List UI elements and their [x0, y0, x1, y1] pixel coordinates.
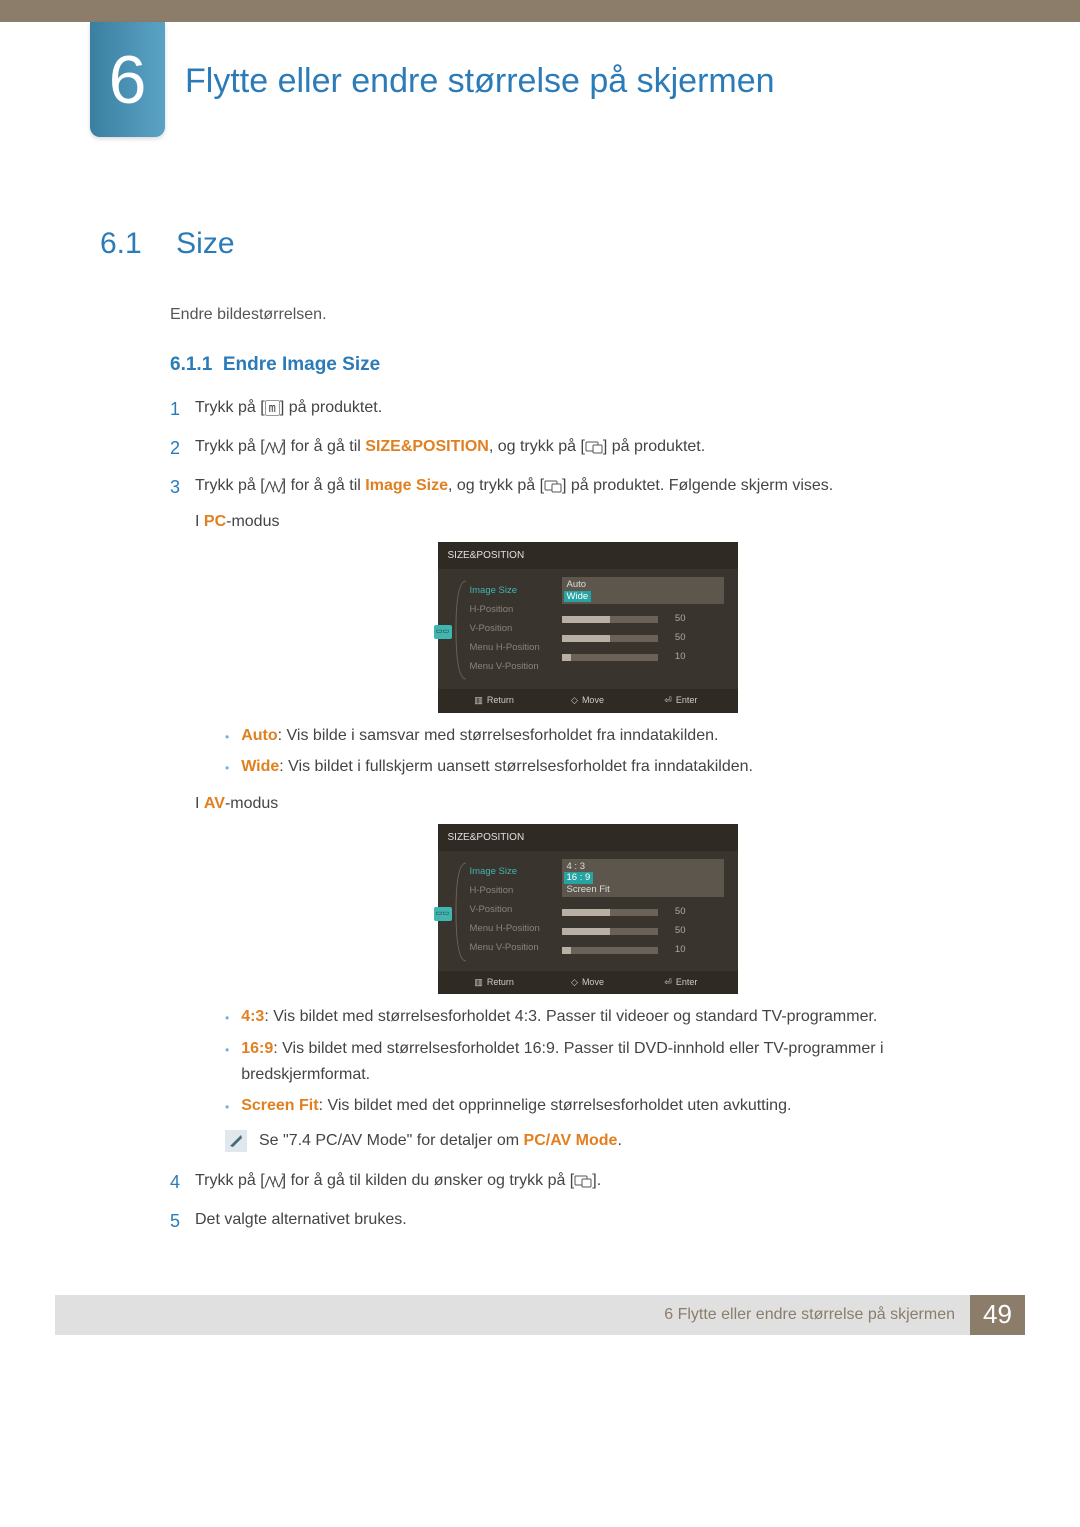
note-icon	[225, 1130, 247, 1152]
subsection-title: Endre Image Size	[223, 354, 380, 375]
chapter-title: Flytte eller endre størrelse på skjermen	[185, 62, 775, 101]
top-bar	[0, 0, 1080, 22]
page-footer: 6 Flytte eller endre størrelse på skjerm…	[55, 1295, 1025, 1335]
osd-row: H-Position	[470, 600, 562, 619]
enter-button-icon	[544, 474, 562, 498]
osd-slider: 50	[562, 922, 724, 941]
bullet-screenfit: Screen Fit: Vis bildet med det opprinnel…	[225, 1093, 980, 1119]
up-down-arrows-icon: ⋀/⋁	[265, 438, 282, 456]
osd-slider: 10	[562, 941, 724, 960]
osd-slider: 50	[562, 903, 724, 922]
osd-slider: 50	[562, 629, 724, 648]
osd-title: SIZE&POSITION	[438, 542, 738, 569]
up-down-arrows-icon: ⋀/⋁	[265, 477, 282, 495]
osd-category-icon: ▭▭	[434, 907, 452, 921]
osd-footer: ▥Return ◇Move ⏎Enter	[438, 971, 738, 995]
osd-row: Menu H-Position	[470, 920, 562, 939]
osd-row: V-Position	[470, 619, 562, 638]
step-3: 3 Trykk på [⋀/⋁] for å gå til Image Size…	[170, 474, 980, 1157]
enter-button-icon	[585, 435, 603, 459]
osd-slider: 50	[562, 610, 724, 629]
section-heading: 6.1 Size	[100, 227, 980, 261]
step-5: 5 Det valgte alternativet brukes.	[170, 1208, 980, 1235]
menu-button-icon: m	[265, 400, 280, 416]
osd-row: H-Position	[470, 882, 562, 901]
step-4: 4 Trykk på [⋀/⋁] for å gå til kilden du …	[170, 1169, 980, 1196]
osd-dropdown: Auto Wide	[562, 577, 724, 604]
enter-button-icon	[574, 1169, 592, 1193]
osd-slider: 10	[562, 648, 724, 667]
osd-row: Menu H-Position	[470, 638, 562, 657]
osd-row: Menu V-Position	[470, 939, 562, 958]
osd-footer: ▥Return ◇Move ⏎Enter	[438, 689, 738, 713]
bullet-auto: Auto: Vis bilde i samsvar med størrelses…	[225, 723, 980, 749]
footer-page-number: 49	[970, 1295, 1025, 1335]
osd-row: Menu V-Position	[470, 657, 562, 676]
enter-icon: ⏎	[664, 694, 672, 708]
section-intro: Endre bildestørrelsen.	[170, 306, 980, 324]
bullet-43: 4:3: Vis bildet med størrelsesforholdet …	[225, 1004, 980, 1030]
step-2: 2 Trykk på [⋀/⋁] for å gå til SIZE&POSIT…	[170, 435, 980, 462]
chapter-number-badge: 6	[90, 22, 165, 137]
osd-row: Image Size	[470, 863, 562, 882]
subsection-number: 6.1.1	[170, 354, 212, 375]
chapter-header: 6 Flytte eller endre størrelse på skjerm…	[0, 22, 1080, 137]
bullet-wide: Wide: Vis bildet i fullskjerm uansett st…	[225, 754, 980, 780]
step-1: 1 Trykk på [m] på produktet.	[170, 396, 980, 423]
osd-dropdown: 4 : 3 16 : 9 Screen Fit	[562, 859, 724, 897]
section-title: Size	[176, 227, 234, 260]
up-down-arrows-icon: ⋀/⋁	[265, 1172, 282, 1190]
bullet-169: 16:9: Vis bildet med størrelsesforholdet…	[225, 1036, 980, 1087]
move-icon: ◇	[571, 976, 578, 990]
footer-chapter-title: 6 Flytte eller endre størrelse på skjerm…	[664, 1306, 955, 1324]
osd-screenshot-av: SIZE&POSITION ▭▭ Image Size H-Position V…	[438, 824, 738, 995]
note: Se "7.4 PC/AV Mode" for detaljer om PC/A…	[225, 1129, 980, 1153]
osd-category-icon: ▭▭	[434, 625, 452, 639]
return-icon: ▥	[474, 976, 483, 990]
move-icon: ◇	[571, 694, 578, 708]
osd-title: SIZE&POSITION	[438, 824, 738, 851]
osd-row: Image Size	[470, 581, 562, 600]
enter-icon: ⏎	[664, 976, 672, 990]
osd-row: V-Position	[470, 901, 562, 920]
subsection-heading: 6.1.1 Endre Image Size	[170, 354, 980, 376]
section-number: 6.1	[100, 227, 142, 260]
return-icon: ▥	[474, 694, 483, 708]
osd-screenshot-pc: SIZE&POSITION ▭▭ Image Size H-Position V…	[438, 542, 738, 713]
